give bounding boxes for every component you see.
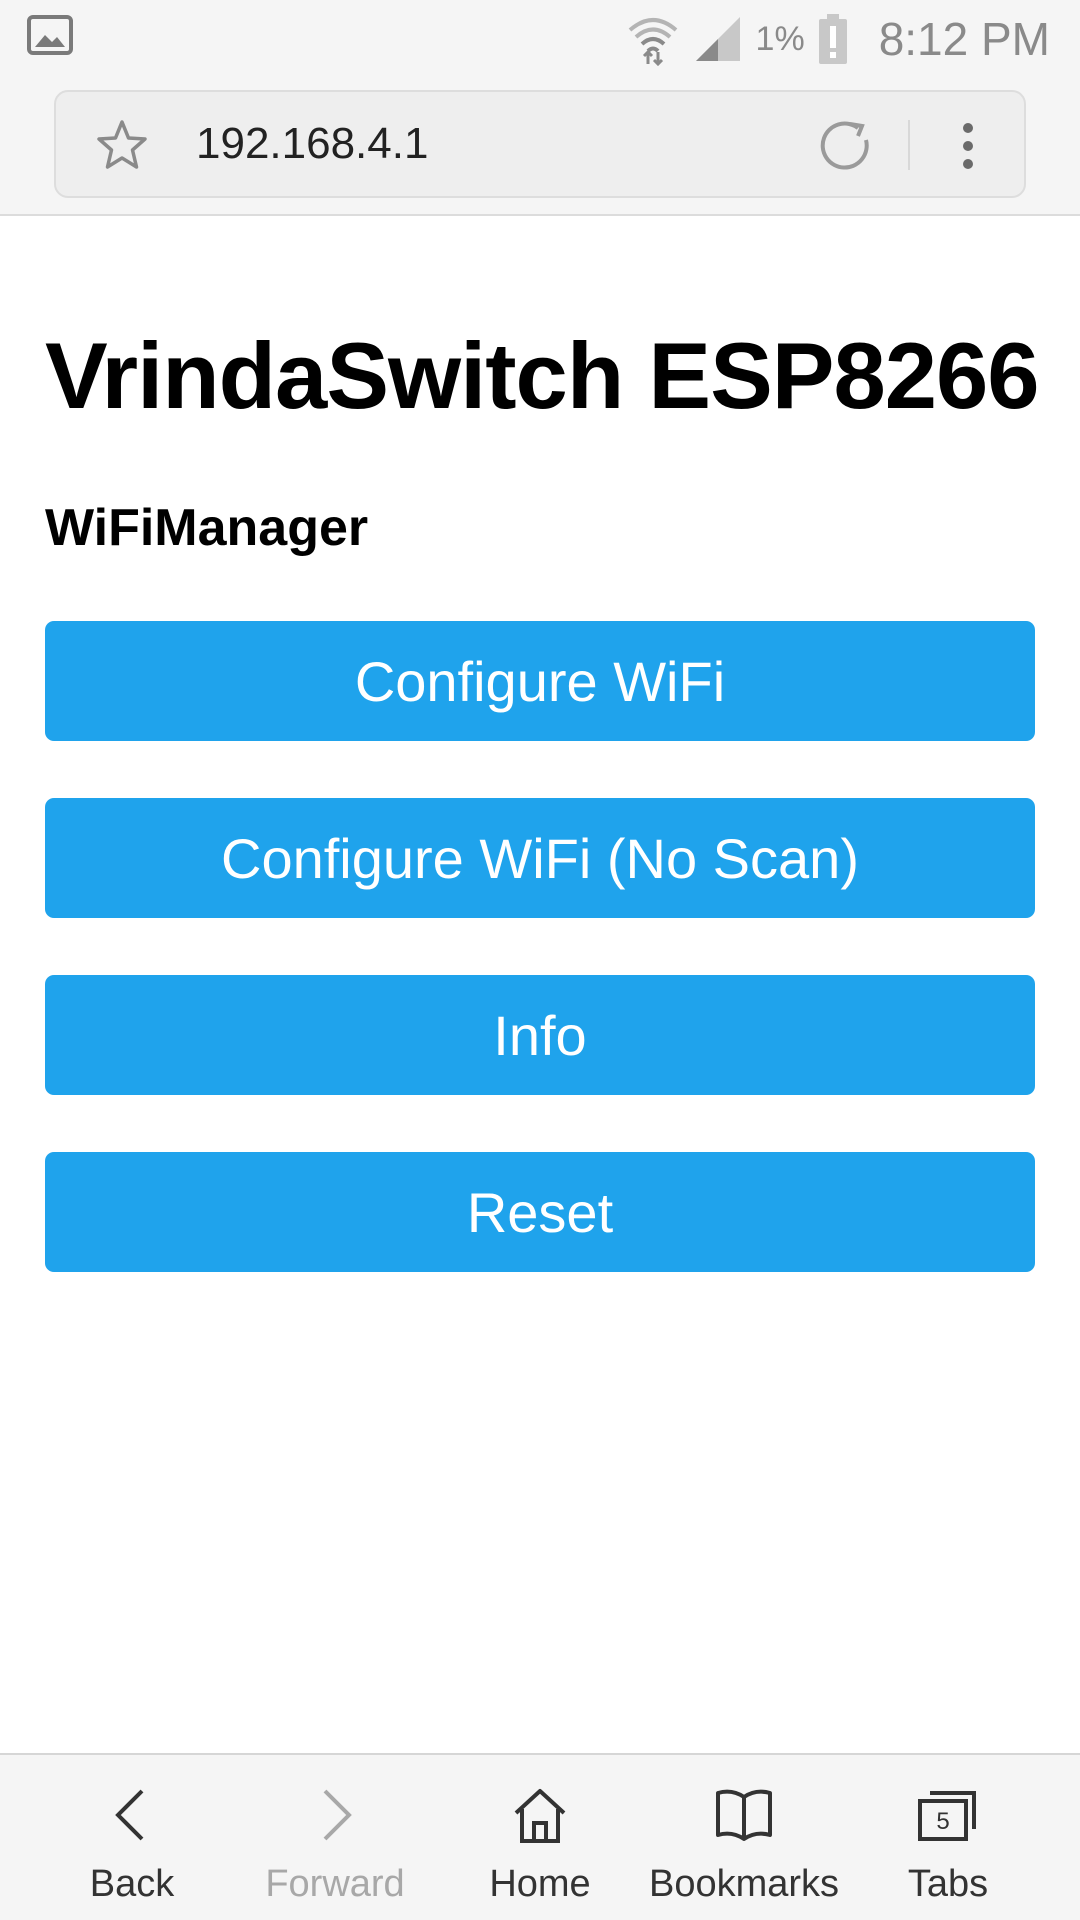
address-bar[interactable]: 192.168.4.1 xyxy=(54,90,1026,198)
wifi-icon xyxy=(628,18,677,66)
more-vert-icon[interactable] xyxy=(948,118,988,174)
nav-bookmarks[interactable]: Bookmarks xyxy=(644,1755,844,1920)
nav-tabs-label: Tabs xyxy=(907,1863,989,1905)
star-icon[interactable] xyxy=(94,118,150,174)
bottom-nav: Back Forward Home Bookmarks 5 Tabs xyxy=(0,1753,1080,1920)
browser-toolbar: 192.168.4.1 xyxy=(0,78,1080,216)
url-text[interactable]: 192.168.4.1 xyxy=(196,92,428,196)
battery-alert-icon xyxy=(818,14,847,64)
status-bar: 1% 8:12 PM xyxy=(0,0,1080,78)
reload-icon[interactable] xyxy=(818,118,874,174)
toolbar-divider xyxy=(908,120,910,170)
nav-bookmarks-label: Bookmarks xyxy=(648,1863,840,1905)
nav-tabs[interactable]: 5 Tabs xyxy=(848,1755,1048,1920)
page-subtitle: WiFiManager xyxy=(45,499,369,557)
clock: 8:12 PM xyxy=(878,13,1050,65)
nav-home-label: Home xyxy=(489,1863,591,1905)
reset-button[interactable]: Reset xyxy=(45,1152,1035,1272)
chevron-right-icon xyxy=(323,1789,352,1841)
signal-icon xyxy=(695,17,740,61)
nav-home[interactable]: Home xyxy=(440,1755,640,1920)
page-title: VrindaSwitch ESP8266 xyxy=(45,323,1040,428)
status-icons: 1% 8:12 PM xyxy=(626,0,1050,78)
tabs-icon: 5 xyxy=(918,1791,976,1841)
nav-forward-label: Forward xyxy=(265,1863,405,1905)
book-icon xyxy=(716,1789,772,1841)
nav-forward[interactable]: Forward xyxy=(235,1755,435,1920)
nav-back[interactable]: Back xyxy=(32,1755,232,1920)
home-icon xyxy=(514,1789,566,1843)
gallery-icon xyxy=(27,15,73,55)
tabs-count: 5 xyxy=(936,1808,949,1835)
chevron-left-icon xyxy=(115,1789,144,1841)
configure-wifi-no-scan-button[interactable]: Configure WiFi (No Scan) xyxy=(45,798,1035,918)
info-button[interactable]: Info xyxy=(45,975,1035,1095)
battery-percent: 1% xyxy=(755,19,805,58)
nav-back-label: Back xyxy=(89,1863,175,1905)
configure-wifi-button[interactable]: Configure WiFi xyxy=(45,621,1035,741)
